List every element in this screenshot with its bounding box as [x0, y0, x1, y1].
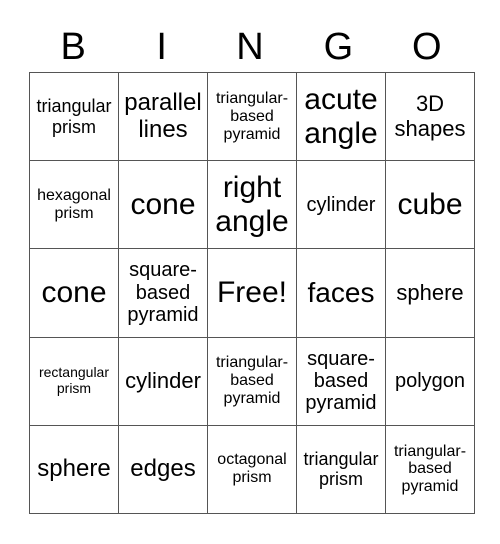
- bingo-cell[interactable]: cylinder: [296, 160, 386, 250]
- header-letter-n: N: [236, 26, 264, 68]
- header-letter-g: G: [323, 26, 354, 68]
- bingo-cell[interactable]: triangular prism: [296, 424, 386, 515]
- bingo-cell[interactable]: cube: [385, 160, 475, 250]
- bingo-header: B I N G O: [29, 22, 471, 72]
- bingo-cell[interactable]: octagonal prism: [207, 424, 297, 515]
- bingo-cell[interactable]: triangular-based pyramid: [207, 71, 297, 162]
- grid-row: cone square-based pyramid Free! faces sp…: [29, 248, 475, 338]
- bingo-cell[interactable]: sphere: [29, 424, 119, 515]
- header-letter-b: B: [60, 26, 86, 68]
- bingo-cell[interactable]: triangular prism: [29, 71, 119, 162]
- bingo-cell[interactable]: 3D shapes: [385, 71, 475, 162]
- header-letter-o: O: [412, 26, 442, 68]
- bingo-cell[interactable]: cone: [118, 160, 208, 250]
- bingo-cell[interactable]: cylinder: [118, 336, 208, 426]
- bingo-cell[interactable]: acute angle: [296, 71, 386, 162]
- bingo-cell[interactable]: triangular-based pyramid: [385, 424, 475, 515]
- grid-row: triangular prism parallel lines triangul…: [29, 71, 475, 162]
- free-space-cell[interactable]: Free!: [207, 248, 297, 338]
- bingo-cell[interactable]: edges: [118, 424, 208, 515]
- bingo-cell[interactable]: square-based pyramid: [118, 248, 208, 338]
- bingo-cell[interactable]: cone: [29, 248, 119, 338]
- bingo-cell[interactable]: faces: [296, 248, 386, 338]
- grid-row: hexagonal prism cone right angle cylinde…: [29, 160, 475, 250]
- bingo-cell[interactable]: right angle: [207, 160, 297, 250]
- bingo-cell[interactable]: rectangular prism: [29, 336, 119, 426]
- bingo-cell[interactable]: square-based pyramid: [296, 336, 386, 426]
- header-letter-i: I: [156, 26, 167, 68]
- bingo-cell[interactable]: triangular-based pyramid: [207, 336, 297, 426]
- bingo-cell[interactable]: sphere: [385, 248, 475, 338]
- bingo-grid: triangular prism parallel lines triangul…: [29, 71, 475, 515]
- bingo-cell[interactable]: hexagonal prism: [29, 160, 119, 250]
- grid-row: rectangular prism cylinder triangular-ba…: [29, 336, 475, 426]
- bingo-cell[interactable]: polygon: [385, 336, 475, 426]
- grid-row: sphere edges octagonal prism triangular …: [29, 424, 475, 515]
- bingo-cell[interactable]: parallel lines: [118, 71, 208, 162]
